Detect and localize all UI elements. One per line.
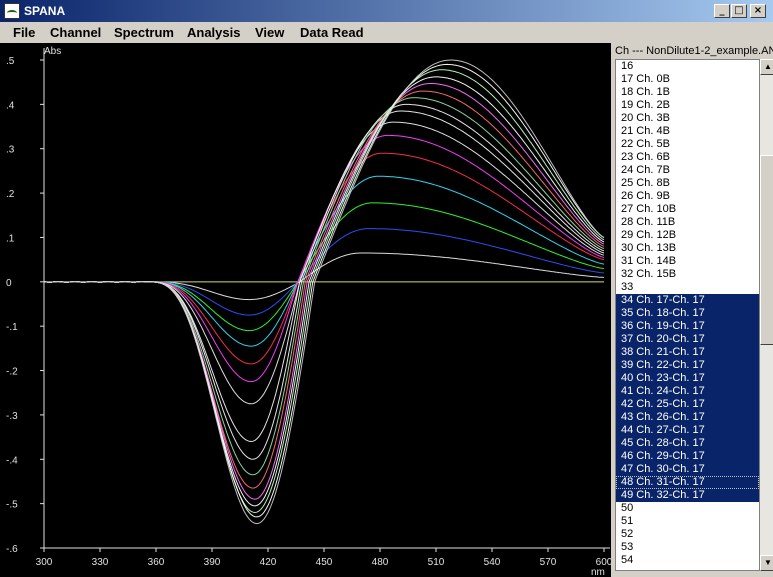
list-item[interactable]: 52 <box>616 528 759 541</box>
menu-spectrum[interactable]: Spectrum <box>114 25 174 40</box>
list-item[interactable]: 44 Ch. 27-Ch. 17 <box>616 424 759 437</box>
y-tick-label: .1 <box>6 233 15 244</box>
y-tick-label: .5 <box>6 56 15 67</box>
list-item[interactable]: 18 Ch. 1B <box>616 86 759 99</box>
list-item[interactable]: 46 Ch. 29-Ch. 17 <box>616 450 759 463</box>
list-item[interactable]: 23 Ch. 6B <box>616 151 759 164</box>
list-scrollbar[interactable]: ▲ ▼ <box>760 59 773 571</box>
list-item[interactable]: 26 Ch. 9B <box>616 190 759 203</box>
list-item[interactable]: 31 Ch. 14B <box>616 255 759 268</box>
channel-list-panel: Ch --- NonDilute1-2_example.AN 16 17 Ch. … <box>611 43 773 577</box>
list-item[interactable]: 34 Ch. 17-Ch. 17 <box>616 294 759 307</box>
x-tick-label: 300 <box>36 557 53 568</box>
list-item[interactable]: 21 Ch. 4B <box>616 125 759 138</box>
scroll-up-arrow-icon[interactable]: ▲ <box>760 59 773 75</box>
list-item[interactable]: 37 Ch. 20-Ch. 17 <box>616 333 759 346</box>
title-bar: SPANA _ □ × <box>0 0 773 22</box>
x-tick-label: 390 <box>204 557 221 568</box>
menu-data-read[interactable]: Data Read <box>300 25 364 40</box>
channel-listbox[interactable]: 16 17 Ch. 0B 18 Ch. 1B 19 Ch. 2B 20 Ch. 3B 21… <box>615 59 760 571</box>
spectrum-plot[interactable]: .5 .4 .3 .2 .1 0 -.1 -.2 -.3 -.4 -.5 -.6 300 330 360 39… <box>0 43 611 577</box>
x-tick-label: 540 <box>484 557 501 568</box>
y-tick-label: -.5 <box>6 500 18 511</box>
y-tick-label: -.3 <box>6 411 18 422</box>
x-tick-label: 480 <box>372 557 389 568</box>
list-item[interactable]: 48 Ch. 31-Ch. 17 <box>616 476 759 489</box>
x-tick-label: 570 <box>540 557 557 568</box>
spectrum-app-icon[interactable] <box>4 3 20 19</box>
list-header: Ch --- NonDilute1-2_example.AN <box>615 45 773 57</box>
menu-channel[interactable]: Channel <box>50 25 101 40</box>
close-button[interactable]: × <box>750 4 766 18</box>
list-item[interactable]: 47 Ch. 30-Ch. 17 <box>616 463 759 476</box>
list-item[interactable]: 33 <box>616 281 759 294</box>
list-item[interactable]: 22 Ch. 5B <box>616 138 759 151</box>
list-item[interactable]: 50 <box>616 502 759 515</box>
y-tick-label: .2 <box>6 189 15 200</box>
y-tick-label: -.2 <box>6 367 18 378</box>
list-item[interactable]: 42 Ch. 25-Ch. 17 <box>616 398 759 411</box>
menu-view[interactable]: View <box>255 25 284 40</box>
list-item[interactable]: 25 Ch. 8B <box>616 177 759 190</box>
spectrum-series-line <box>43 175 605 347</box>
list-item[interactable]: 40 Ch. 23-Ch. 17 <box>616 372 759 385</box>
list-item[interactable]: 17 Ch. 0B <box>616 73 759 86</box>
y-tick-label: .3 <box>6 145 15 156</box>
x-tick-label: 330 <box>92 557 109 568</box>
x-tick-label: 510 <box>428 557 445 568</box>
y-tick-label: .4 <box>6 100 15 111</box>
list-item[interactable]: 36 Ch. 19-Ch. 17 <box>616 320 759 333</box>
spectrum-series-line <box>43 90 605 489</box>
list-item[interactable]: 49 Ch. 32-Ch. 17 <box>616 489 759 502</box>
menu-bar: File Channel Spectrum Analysis View Data… <box>0 22 773 43</box>
list-item[interactable]: 38 Ch. 21-Ch. 17 <box>616 346 759 359</box>
spectrum-series-line <box>43 59 605 525</box>
list-item[interactable]: 20 Ch. 3B <box>616 112 759 125</box>
x-axis-label: nm <box>591 567 605 577</box>
scroll-thumb[interactable] <box>760 155 773 345</box>
spectrum-series-line <box>43 76 605 507</box>
list-item[interactable]: 45 Ch. 28-Ch. 17 <box>616 437 759 450</box>
list-item[interactable]: 27 Ch. 10B <box>616 203 759 216</box>
menu-file[interactable]: File <box>13 25 35 40</box>
list-item[interactable]: 53 <box>616 541 759 554</box>
list-item[interactable]: 19 Ch. 2B <box>616 99 759 112</box>
list-item[interactable]: 32 Ch. 15B <box>616 268 759 281</box>
spectrum-series-line <box>43 63 605 518</box>
menu-analysis[interactable]: Analysis <box>187 25 240 40</box>
list-item[interactable]: 30 Ch. 13B <box>616 242 759 255</box>
y-tick-label: -.4 <box>6 455 18 466</box>
x-tick-label: 420 <box>260 557 277 568</box>
list-item[interactable]: 35 Ch. 18-Ch. 17 <box>616 307 759 320</box>
list-item[interactable]: 29 Ch. 12B <box>616 229 759 242</box>
spectrum-series-line <box>43 252 605 301</box>
y-tick-label: -.1 <box>6 322 18 333</box>
spectrum-series-line <box>43 83 605 500</box>
list-item[interactable]: 28 Ch. 11B <box>616 216 759 229</box>
minimize-button[interactable]: _ <box>714 4 730 18</box>
x-tick-label: 360 <box>148 557 165 568</box>
spectrum-chart-svg[interactable]: .5 .4 .3 .2 .1 0 -.1 -.2 -.3 -.4 -.5 -.6 300 330 360 39… <box>0 43 611 577</box>
list-item[interactable]: 54 <box>616 554 759 567</box>
list-item[interactable]: 24 Ch. 7B <box>616 164 759 177</box>
scroll-down-arrow-icon[interactable]: ▼ <box>760 555 773 571</box>
list-item[interactable]: 16 <box>616 60 759 73</box>
maximize-button[interactable]: □ <box>731 4 747 18</box>
x-tick-label: 450 <box>316 557 333 568</box>
list-item[interactable]: 51 <box>616 515 759 528</box>
list-item[interactable]: 43 Ch. 26-Ch. 17 <box>616 411 759 424</box>
y-tick-label: 0 <box>6 278 12 289</box>
list-item[interactable]: 41 Ch. 24-Ch. 17 <box>616 385 759 398</box>
spectrum-series-line <box>43 228 605 316</box>
y-axis-label: Abs <box>44 46 61 57</box>
spectrum-series-line <box>43 110 605 443</box>
window-title: SPANA <box>24 4 66 18</box>
y-tick-label: -.6 <box>6 544 18 555</box>
list-item[interactable]: 39 Ch. 22-Ch. 17 <box>616 359 759 372</box>
